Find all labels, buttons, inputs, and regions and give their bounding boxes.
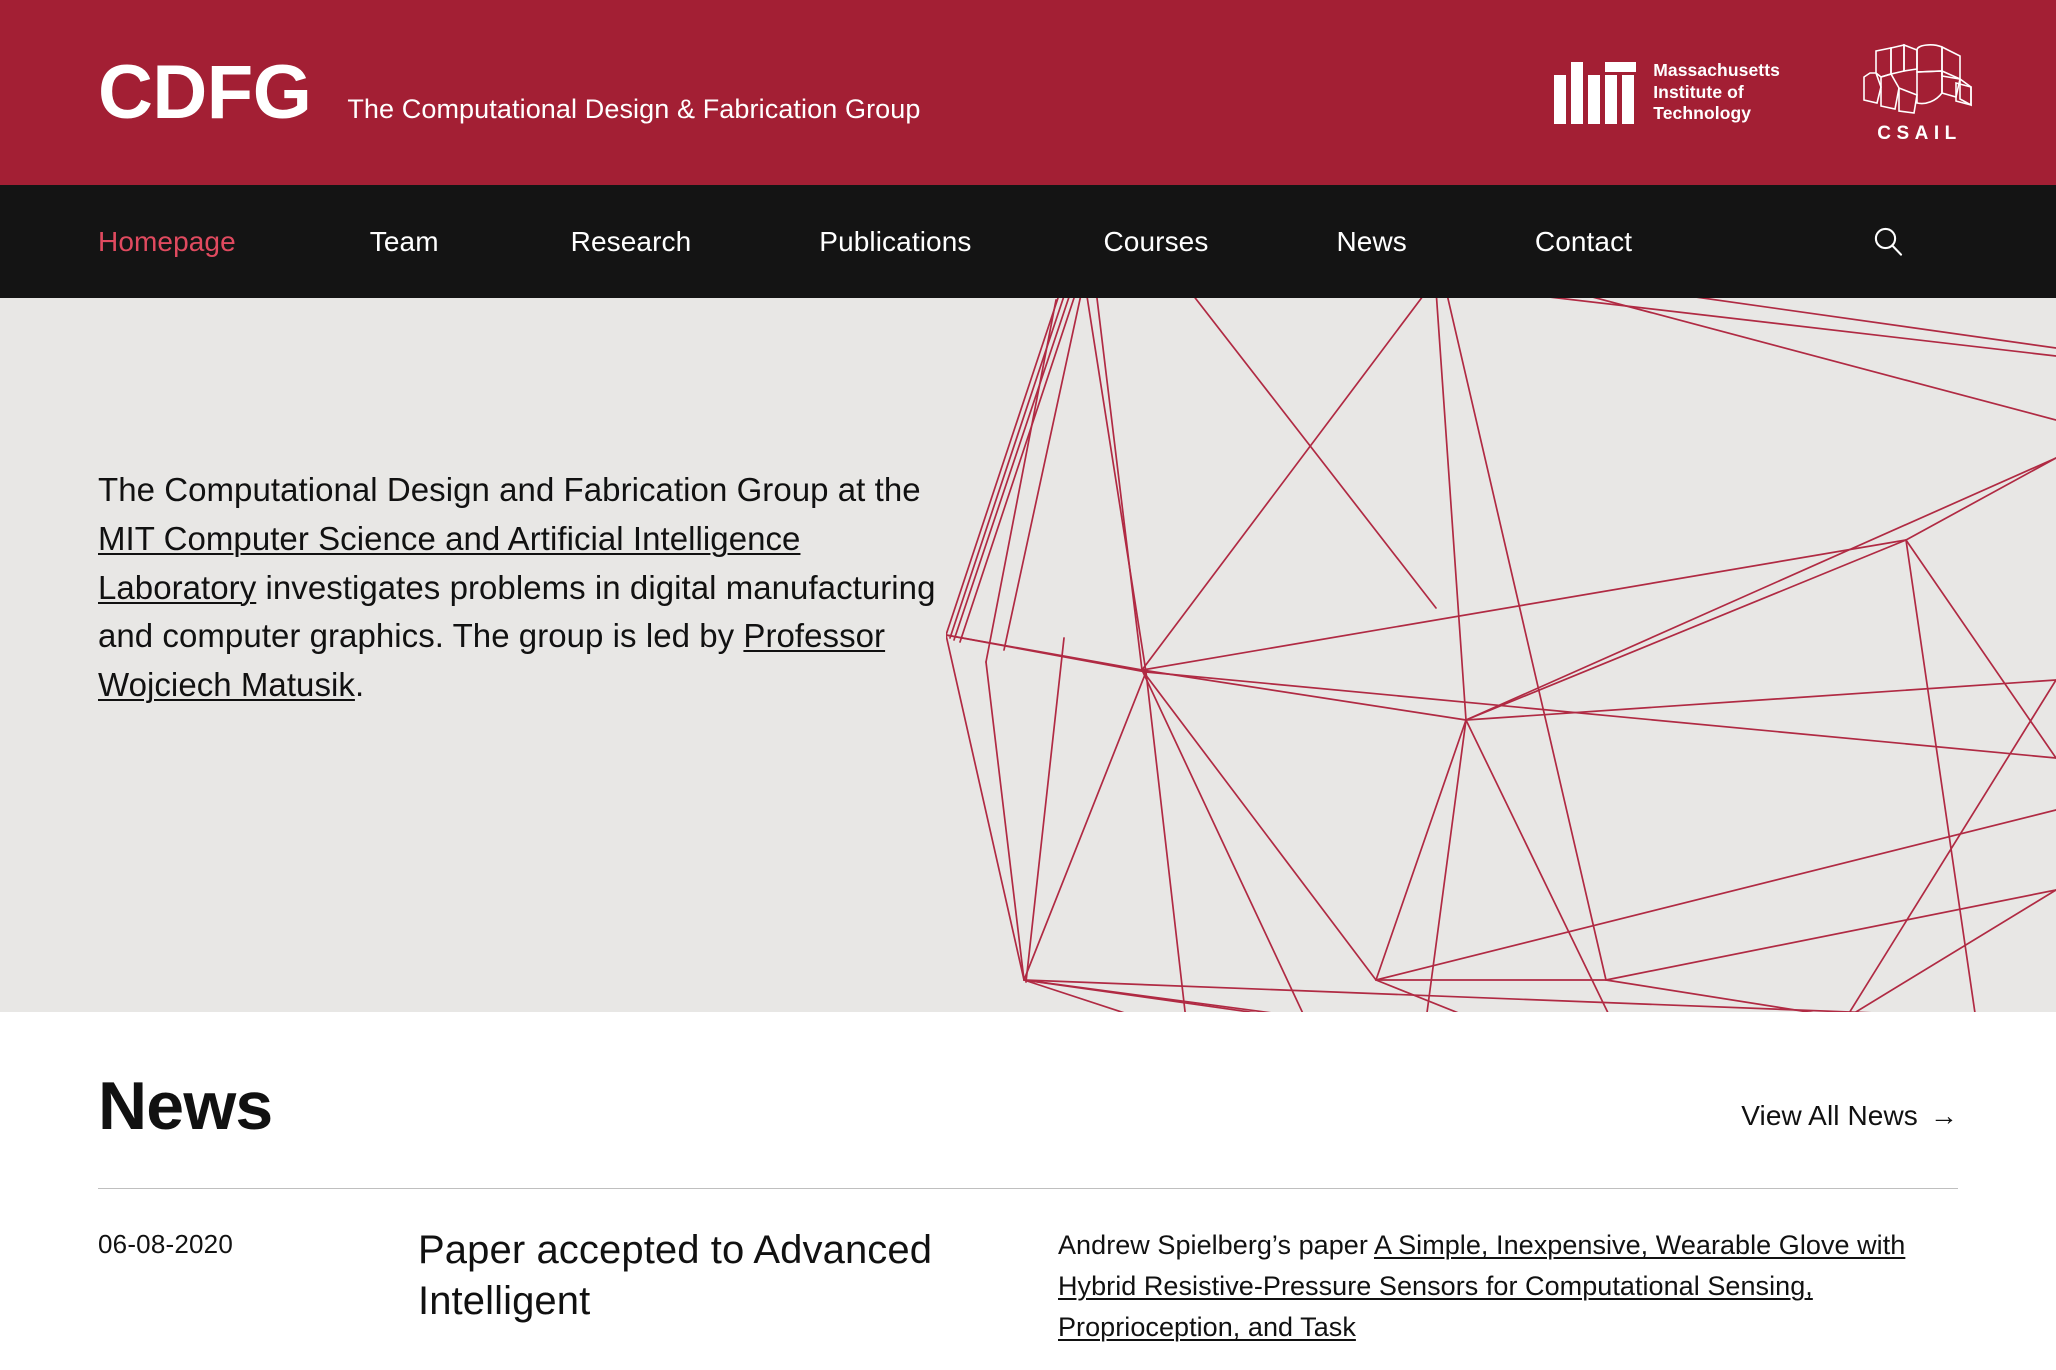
news-item-body: Andrew Spielberg’s paper A Simple, Inexp… [1058,1225,1958,1348]
hero-text-part-3: . [354,666,365,704]
mit-wordmark-line-2: Institute of [1653,81,1744,102]
nav-item-publications[interactable]: Publications [819,226,971,258]
csail-label: CSAIL [1877,122,1962,144]
hero-copy: The Computational Design and Fabrication… [98,466,958,710]
search-button[interactable] [1866,220,1910,264]
brand-acronym: CDFG [98,49,312,135]
nav-item-news[interactable]: News [1336,226,1406,258]
news-section: News View All News → 06-08-2020 Paper ac… [0,1012,2056,1370]
nav-item-homepage[interactable]: Homepage [98,226,236,258]
main-navigation: Homepage Team Research Publications Cour… [0,185,2056,298]
triangle-mesh-graphic [946,298,2056,1012]
news-item-headline[interactable]: Paper accepted to Advanced Intelligent [418,1225,1058,1348]
site-header: CDFG The Computational Design & Fabricat… [0,0,2056,185]
csail-logo[interactable]: CSAIL [1854,43,1980,143]
brand-block[interactable]: CDFG The Computational Design & Fabricat… [98,49,1554,135]
search-icon [1874,227,1903,256]
mit-logo[interactable]: Massachusetts Institute of Technology [1554,60,1780,124]
mit-wordmark-line-3: Technology [1653,103,1752,124]
nav-item-contact[interactable]: Contact [1535,226,1632,258]
news-heading: News [98,1068,273,1144]
logo-group: Massachusetts Institute of Technology CS… [1554,43,1980,143]
nav-item-research[interactable]: Research [571,226,692,258]
news-list-item[interactable]: 06-08-2020 Paper accepted to Advanced In… [98,1189,1958,1348]
nav-list: Homepage Team Research Publications Cour… [98,226,1866,258]
mit-wordmark: Massachusetts Institute of Technology [1653,60,1780,124]
news-item-date: 06-08-2020 [98,1229,233,1259]
news-body-prefix: Andrew Spielberg’s paper [1058,1230,1374,1260]
csail-buildings-icon [1863,43,1972,114]
mit-wordmark-line-1: Massachusetts [1653,60,1780,81]
mit-mark-icon [1554,61,1637,124]
arrow-right-icon: → [1929,1100,1958,1131]
nav-item-team[interactable]: Team [370,226,439,258]
hero-section: The Computational Design and Fabrication… [0,298,2056,1012]
nav-item-courses[interactable]: Courses [1103,226,1208,258]
hero-text-part-1: The Computational Design and Fabrication… [98,471,921,508]
news-header: News View All News → [98,1012,1958,1188]
view-all-news-link[interactable]: View All News → [1741,1100,1958,1140]
view-all-news-label: View All News [1741,1100,1918,1131]
brand-tagline: The Computational Design & Fabrication G… [347,93,921,124]
hero-paragraph: The Computational Design and Fabrication… [98,466,958,710]
